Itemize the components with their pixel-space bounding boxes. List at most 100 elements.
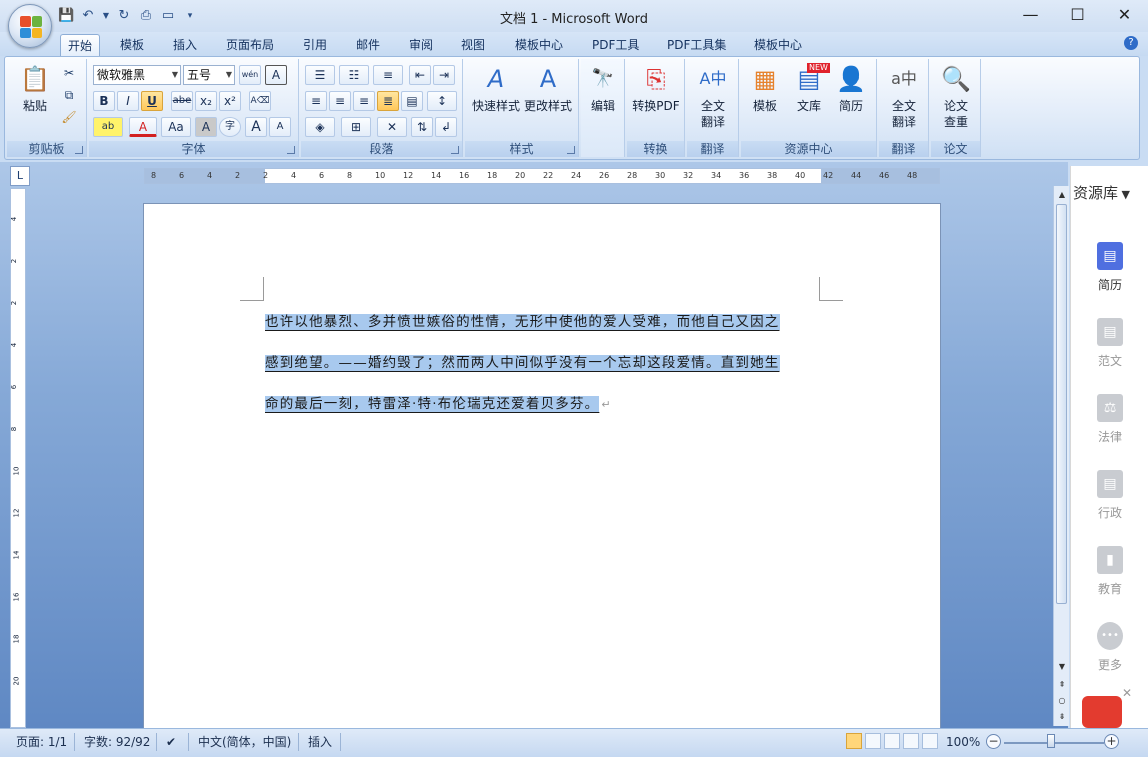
resource-item-resume[interactable]: ▤ 简历	[1085, 242, 1135, 293]
borders-icon[interactable]: ⊞	[341, 117, 371, 137]
convert-pdf-button[interactable]: ⎘ 转换PDF	[629, 63, 683, 114]
full-translate-2-button[interactable]: a中 全文 翻译	[882, 63, 926, 130]
scroll-down-icon[interactable]: ▼	[1055, 660, 1069, 674]
web-layout-view-icon[interactable]	[884, 733, 900, 749]
page-count[interactable]: 页面: 1/1	[16, 732, 67, 752]
clear-formatting-icon[interactable]: A⌫	[249, 91, 271, 111]
strikethrough-button[interactable]: abe	[171, 91, 193, 111]
vertical-ruler[interactable]: 4 2 2 4 6 8 10 12 14 16 18 20	[10, 188, 26, 728]
bold-button[interactable]: B	[93, 91, 115, 111]
numbering-icon[interactable]: ☷	[339, 65, 369, 85]
insert-mode[interactable]: 插入	[308, 732, 332, 752]
styles-dialog-launcher[interactable]	[567, 146, 575, 154]
increase-indent-icon[interactable]: ⇥	[433, 65, 455, 85]
tab-pdf-tools[interactable]: PDF工具	[588, 34, 643, 56]
language-indicator[interactable]: 中文(简体，中国)	[198, 732, 291, 752]
resource-item-education[interactable]: ▮ 教育	[1085, 546, 1135, 597]
decrease-indent-icon[interactable]: ⇤	[409, 65, 431, 85]
font-color-button[interactable]: A	[129, 117, 157, 137]
character-border-button[interactable]: A	[265, 65, 287, 85]
tab-review[interactable]: 审阅	[405, 34, 437, 56]
italic-button[interactable]: I	[117, 91, 139, 111]
resource-panel-title[interactable]: 资源库 ▼	[1073, 182, 1130, 203]
document-body[interactable]: 也许以他暴烈、多并愤世嫉俗的性情，无形中使他的爱人受难，而他自己又因之 感到绝望…	[265, 302, 819, 425]
paste-button[interactable]: 📋 粘贴	[13, 63, 57, 114]
copy-icon[interactable]: ⧉	[59, 85, 79, 105]
next-page-icon[interactable]: ⇟	[1055, 710, 1069, 724]
draft-view-icon[interactable]	[922, 733, 938, 749]
selected-text[interactable]: 命的最后一刻，特雷泽·特·布伦瑞克还爱着贝多芬。	[265, 396, 600, 412]
outline-view-icon[interactable]	[903, 733, 919, 749]
resume-button[interactable]: 👤 简历	[829, 63, 873, 114]
justify-icon[interactable]: ≣	[377, 91, 399, 111]
change-case-button[interactable]: Aa	[161, 117, 191, 137]
zoom-slider-thumb[interactable]	[1047, 734, 1055, 748]
tab-template-center[interactable]: 模板中心	[511, 34, 567, 56]
font-dialog-launcher[interactable]	[287, 146, 295, 154]
tab-template[interactable]: 模板	[116, 34, 148, 56]
resource-item-more[interactable]: ••• 更多	[1085, 622, 1135, 673]
show-marks-icon[interactable]: ↲	[435, 117, 457, 137]
resource-item-law[interactable]: ⚖ 法律	[1085, 394, 1135, 445]
full-translate-button[interactable]: A中 全文 翻译	[691, 63, 735, 130]
scroll-up-icon[interactable]: ▲	[1055, 188, 1069, 202]
close-button[interactable]: ✕	[1101, 0, 1148, 30]
tab-view[interactable]: 视图	[457, 34, 489, 56]
scrollbar-thumb[interactable]	[1056, 204, 1067, 604]
align-left-icon[interactable]: ≡	[305, 91, 327, 111]
close-icon[interactable]: ✕	[1122, 686, 1132, 700]
word-count[interactable]: 字数: 92/92	[84, 732, 150, 752]
line-spacing-icon[interactable]: ↕	[427, 91, 457, 111]
paragraph-dialog-launcher[interactable]	[451, 146, 459, 154]
phonetic-guide-button[interactable]: wén	[239, 65, 261, 85]
highlight-button[interactable]: ab	[93, 117, 123, 137]
tab-selector-icon[interactable]: L	[10, 166, 30, 186]
subscript-button[interactable]: x₂	[195, 91, 217, 111]
underline-button[interactable]: U	[141, 91, 163, 111]
gift-icon[interactable]	[1082, 696, 1122, 728]
cut-icon[interactable]: ✂	[59, 63, 79, 83]
selected-text[interactable]: 感到绝望。——婚约毁了；然而两人中间似乎没有一个忘却这段爱情。直到她生	[265, 355, 780, 371]
format-painter-icon[interactable]: 🖌	[59, 107, 79, 127]
thesis-check-button[interactable]: 🔍 论文 查重	[934, 63, 978, 130]
tab-references[interactable]: 引用	[299, 34, 331, 56]
tab-mailings[interactable]: 邮件	[352, 34, 384, 56]
tab-pdf-toolset[interactable]: PDF工具集	[663, 34, 730, 56]
tab-insert[interactable]: 插入	[169, 34, 201, 56]
vertical-scrollbar[interactable]: ▲ ▼ ⇞ ○ ⇟	[1053, 186, 1069, 726]
clipboard-dialog-launcher[interactable]	[75, 146, 83, 154]
tab-template-center-2[interactable]: 模板中心	[750, 34, 806, 56]
enclose-characters-button[interactable]: 字	[219, 117, 241, 137]
horizontal-ruler[interactable]: 8 6 4 2 2 4 6 8 10 12 14 16 18 20 22 24 26 28 30 32 34 36 38 40…	[144, 168, 940, 184]
zoom-in-icon[interactable]: +	[1104, 734, 1119, 749]
help-icon[interactable]: ?	[1124, 36, 1138, 50]
document-page[interactable]: 也许以他暴烈、多并愤世嫉俗的性情，无形中使他的爱人受难，而他自己又因之 感到绝望…	[144, 204, 940, 728]
font-size-combo[interactable]: 五号 ▼	[183, 65, 235, 85]
sort-icon[interactable]: ⇅	[411, 117, 433, 137]
chinese-layout-icon[interactable]: ✕	[377, 117, 407, 137]
shading-icon[interactable]: ◈	[305, 117, 335, 137]
print-layout-view-icon[interactable]	[846, 733, 862, 749]
tab-home[interactable]: 开始	[60, 34, 100, 56]
align-right-icon[interactable]: ≡	[353, 91, 375, 111]
editing-button[interactable]: 🔭 编辑	[581, 63, 625, 114]
full-screen-reading-view-icon[interactable]	[865, 733, 881, 749]
shrink-font-button[interactable]: A	[269, 117, 291, 137]
align-center-icon[interactable]: ≡	[329, 91, 351, 111]
template-button[interactable]: ▦ 模板	[743, 63, 787, 114]
browse-object-icon[interactable]: ○	[1055, 694, 1069, 708]
prev-page-icon[interactable]: ⇞	[1055, 678, 1069, 692]
character-shading-button[interactable]: A	[195, 117, 217, 137]
font-name-combo[interactable]: 微软雅黑 ▼	[93, 65, 181, 85]
selected-text[interactable]: 也许以他暴烈、多并愤世嫉俗的性情，无形中使他的爱人受难，而他自己又因之	[265, 314, 780, 330]
bullets-icon[interactable]: ☰	[305, 65, 335, 85]
resource-item-sample[interactable]: ▤ 范文	[1085, 318, 1135, 369]
proofing-icon[interactable]: ✔	[166, 732, 176, 752]
office-button[interactable]	[8, 4, 52, 48]
grow-font-button[interactable]: A	[245, 117, 267, 137]
multilevel-list-icon[interactable]: ≡	[373, 65, 403, 85]
quick-styles-button[interactable]: A 快速样式	[471, 63, 521, 114]
distributed-icon[interactable]: ▤	[401, 91, 423, 111]
zoom-out-icon[interactable]: −	[986, 734, 1001, 749]
minimize-button[interactable]: —	[1007, 0, 1054, 30]
